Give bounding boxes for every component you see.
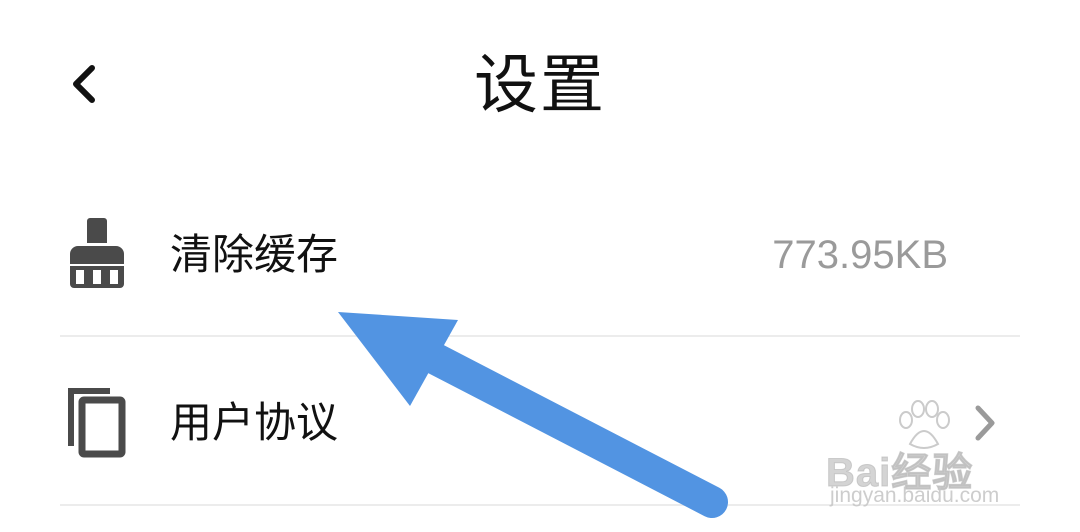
divider <box>60 504 1020 506</box>
cache-size-value: 773.95KB <box>772 233 948 277</box>
user-agreement-row[interactable]: 用户协议 <box>60 338 1020 506</box>
user-agreement-label: 用户协议 <box>170 398 339 447</box>
broom-icon <box>70 218 124 288</box>
divider <box>60 335 1020 337</box>
settings-page: 设置 清除缓存 773.95KB 用户协议 Bai经验 jingyan.baid… <box>0 0 1080 532</box>
clear-cache-row[interactable]: 清除缓存 773.95KB <box>60 170 1020 338</box>
chevron-right-icon <box>975 405 995 441</box>
page-title: 设置 <box>474 49 606 123</box>
copy-document-icon <box>68 388 126 458</box>
header-bar: 设置 <box>0 0 1080 170</box>
clear-cache-label: 清除缓存 <box>170 230 339 279</box>
